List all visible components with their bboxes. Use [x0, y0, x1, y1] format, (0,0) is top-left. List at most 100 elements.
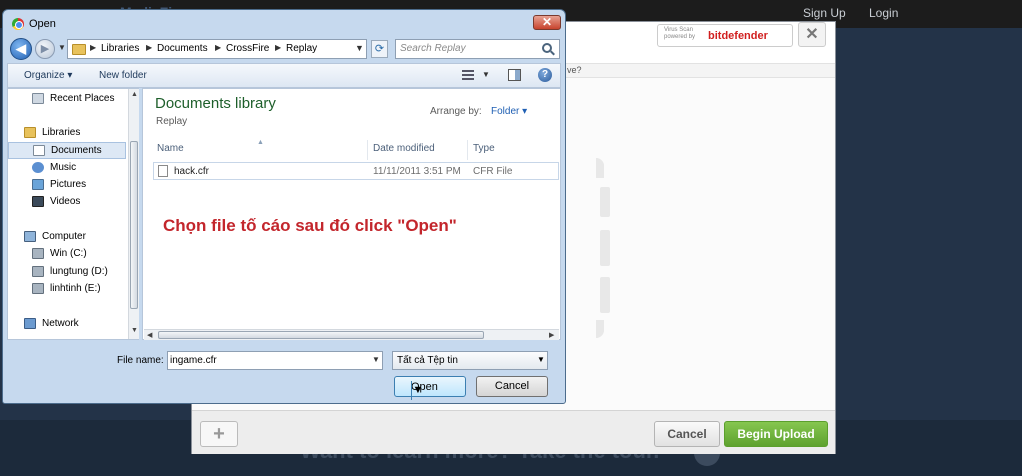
- address-bar[interactable]: ▶ Libraries ▶ Documents ▶ CrossFire ▶ Re…: [67, 39, 367, 59]
- scroll-right-icon[interactable]: ▶: [549, 331, 554, 339]
- view-icon[interactable]: [462, 70, 474, 80]
- nav-item-computer[interactable]: Computer: [8, 229, 126, 246]
- nav-scrollbar[interactable]: ▲ ▼: [128, 89, 139, 339]
- breadcrumb-documents[interactable]: Documents: [157, 43, 208, 54]
- scrollbar-thumb[interactable]: [130, 141, 138, 309]
- file-type-select[interactable]: Tất cả Tệp tin ▼: [392, 351, 548, 370]
- scrollbar-thumb[interactable]: [158, 331, 484, 339]
- sort-indicator-icon: ▲: [257, 139, 264, 146]
- music-icon: [32, 162, 44, 173]
- organize-button[interactable]: Organize ▾: [24, 70, 72, 81]
- chevron-right-icon[interactable]: ▶: [275, 43, 281, 52]
- search-icon[interactable]: [542, 43, 552, 53]
- drop-zone-decoration: [596, 320, 604, 338]
- file-name-dropdown-icon[interactable]: ▼: [372, 355, 380, 364]
- nav-item-videos[interactable]: Videos: [8, 194, 126, 211]
- arrange-by-dropdown[interactable]: Folder ▾: [491, 106, 527, 117]
- forward-button[interactable]: ▶: [35, 39, 55, 59]
- file-type: CFR File: [473, 166, 513, 177]
- library-subtitle: Replay: [156, 116, 188, 127]
- breadcrumb-crossfire[interactable]: CrossFire: [226, 43, 269, 54]
- open-button[interactable]: Open ▼: [394, 376, 466, 400]
- drive-icon: [32, 248, 44, 259]
- scanner-top-text: Virus Scan: [664, 27, 693, 33]
- back-button[interactable]: ◀: [10, 38, 32, 60]
- file-icon: [158, 165, 168, 177]
- chevron-right-icon[interactable]: ▶: [90, 43, 96, 52]
- chevron-right-icon[interactable]: ▶: [146, 43, 152, 52]
- begin-upload-button[interactable]: Begin Upload: [724, 421, 828, 447]
- nav-item-label: lungtung (D:): [50, 266, 108, 277]
- nav-item-network[interactable]: Network: [8, 316, 126, 333]
- search-input[interactable]: Search Replay: [400, 43, 466, 54]
- address-dropdown-icon[interactable]: ▼: [355, 43, 364, 53]
- scroll-up-icon[interactable]: ▲: [131, 91, 138, 98]
- library-title: Documents library: [155, 95, 276, 112]
- arrange-by-label: Arrange by:: [430, 106, 482, 117]
- open-split-arrow-icon[interactable]: ▼: [411, 381, 424, 400]
- file-type-dropdown-icon[interactable]: ▼: [537, 355, 545, 364]
- upload-cancel-button[interactable]: Cancel: [654, 421, 720, 447]
- nav-item-documents[interactable]: Documents: [8, 142, 126, 159]
- drop-zone-decoration: [600, 277, 610, 313]
- folder-icon: [72, 44, 86, 55]
- dialog-close-button[interactable]: ✕: [533, 15, 561, 30]
- navigation-row: ◀ ▶ ▼ ▶ Libraries ▶ Documents ▶ CrossFir…: [3, 37, 565, 61]
- dialog-cancel-button[interactable]: Cancel: [476, 376, 548, 397]
- chevron-right-icon[interactable]: ▶: [215, 43, 221, 52]
- navigation-pane: Recent Places Libraries Documents Music …: [7, 88, 139, 340]
- recent-places-icon: [32, 93, 44, 104]
- drive-icon: [32, 283, 44, 294]
- computer-icon: [24, 231, 36, 242]
- nav-item-drive-d[interactable]: lungtung (D:): [8, 264, 126, 281]
- file-name-field[interactable]: ▼: [167, 351, 383, 370]
- nav-item-recent-places[interactable]: Recent Places: [8, 91, 126, 108]
- upload-footer: + Cancel Begin Upload: [192, 410, 835, 454]
- chrome-icon: [12, 18, 24, 30]
- column-header-date[interactable]: Date modified: [369, 140, 468, 160]
- breadcrumb-replay[interactable]: Replay: [286, 43, 317, 54]
- new-folder-button[interactable]: New folder: [99, 70, 147, 81]
- column-header-type[interactable]: Type: [469, 140, 559, 160]
- nav-item-label: Win (C:): [50, 248, 87, 259]
- dialog-title: Open: [29, 18, 56, 30]
- add-files-button[interactable]: +: [200, 421, 238, 447]
- drop-zone-decoration: [600, 187, 610, 217]
- breadcrumb-libraries[interactable]: Libraries: [101, 43, 139, 54]
- drop-zone-decoration: [600, 230, 610, 266]
- nav-item-pictures[interactable]: Pictures: [8, 177, 126, 194]
- nav-item-label: linhtinh (E:): [50, 283, 101, 294]
- sign-up-link[interactable]: Sign Up: [803, 6, 846, 20]
- refresh-button[interactable]: ⟳: [371, 40, 388, 58]
- nav-item-label: Recent Places: [50, 93, 115, 104]
- virus-scan-badge: Virus Scan powered by bitdefender: [657, 24, 793, 47]
- dialog-title-bar: Open ✕: [3, 10, 565, 37]
- file-name-input[interactable]: [170, 353, 366, 368]
- nav-item-drive-c[interactable]: Win (C:): [8, 246, 126, 263]
- scroll-left-icon[interactable]: ◀: [147, 331, 152, 339]
- upload-close-button[interactable]: ✕: [798, 22, 826, 47]
- scanner-bottom-text: powered by: [664, 34, 696, 40]
- upload-subheader-text: ve?: [567, 65, 582, 75]
- scroll-down-icon[interactable]: ▼: [131, 327, 138, 334]
- login-link[interactable]: Login: [869, 6, 898, 20]
- history-dropdown-icon[interactable]: ▼: [58, 43, 66, 52]
- drop-zone-decoration: [596, 158, 604, 178]
- open-file-dialog: Open ✕ ◀ ▶ ▼ ▶ Libraries ▶ Documents ▶ C…: [2, 9, 566, 404]
- nav-item-music[interactable]: Music: [8, 160, 126, 177]
- column-header-label: Date modified: [373, 143, 435, 154]
- nav-item-libraries[interactable]: Libraries: [8, 125, 126, 142]
- help-icon[interactable]: ?: [538, 68, 552, 82]
- nav-item-label: Videos: [50, 196, 81, 207]
- nav-item-label: Network: [42, 318, 79, 329]
- dialog-toolbar: Organize ▾ New folder ▼ ?: [7, 63, 561, 88]
- file-list-scrollbar[interactable]: ◀ ▶: [144, 329, 559, 340]
- preview-pane-icon[interactable]: [508, 69, 521, 81]
- pictures-icon: [32, 179, 44, 190]
- nav-item-label: Libraries: [42, 127, 81, 138]
- libraries-icon: [24, 127, 36, 138]
- nav-item-drive-e[interactable]: linhtinh (E:): [8, 281, 126, 298]
- file-row[interactable]: hack.cfr 11/11/2011 3:51 PM CFR File: [153, 162, 559, 180]
- view-dropdown-icon[interactable]: ▼: [482, 70, 490, 79]
- search-box[interactable]: Search Replay: [395, 39, 560, 59]
